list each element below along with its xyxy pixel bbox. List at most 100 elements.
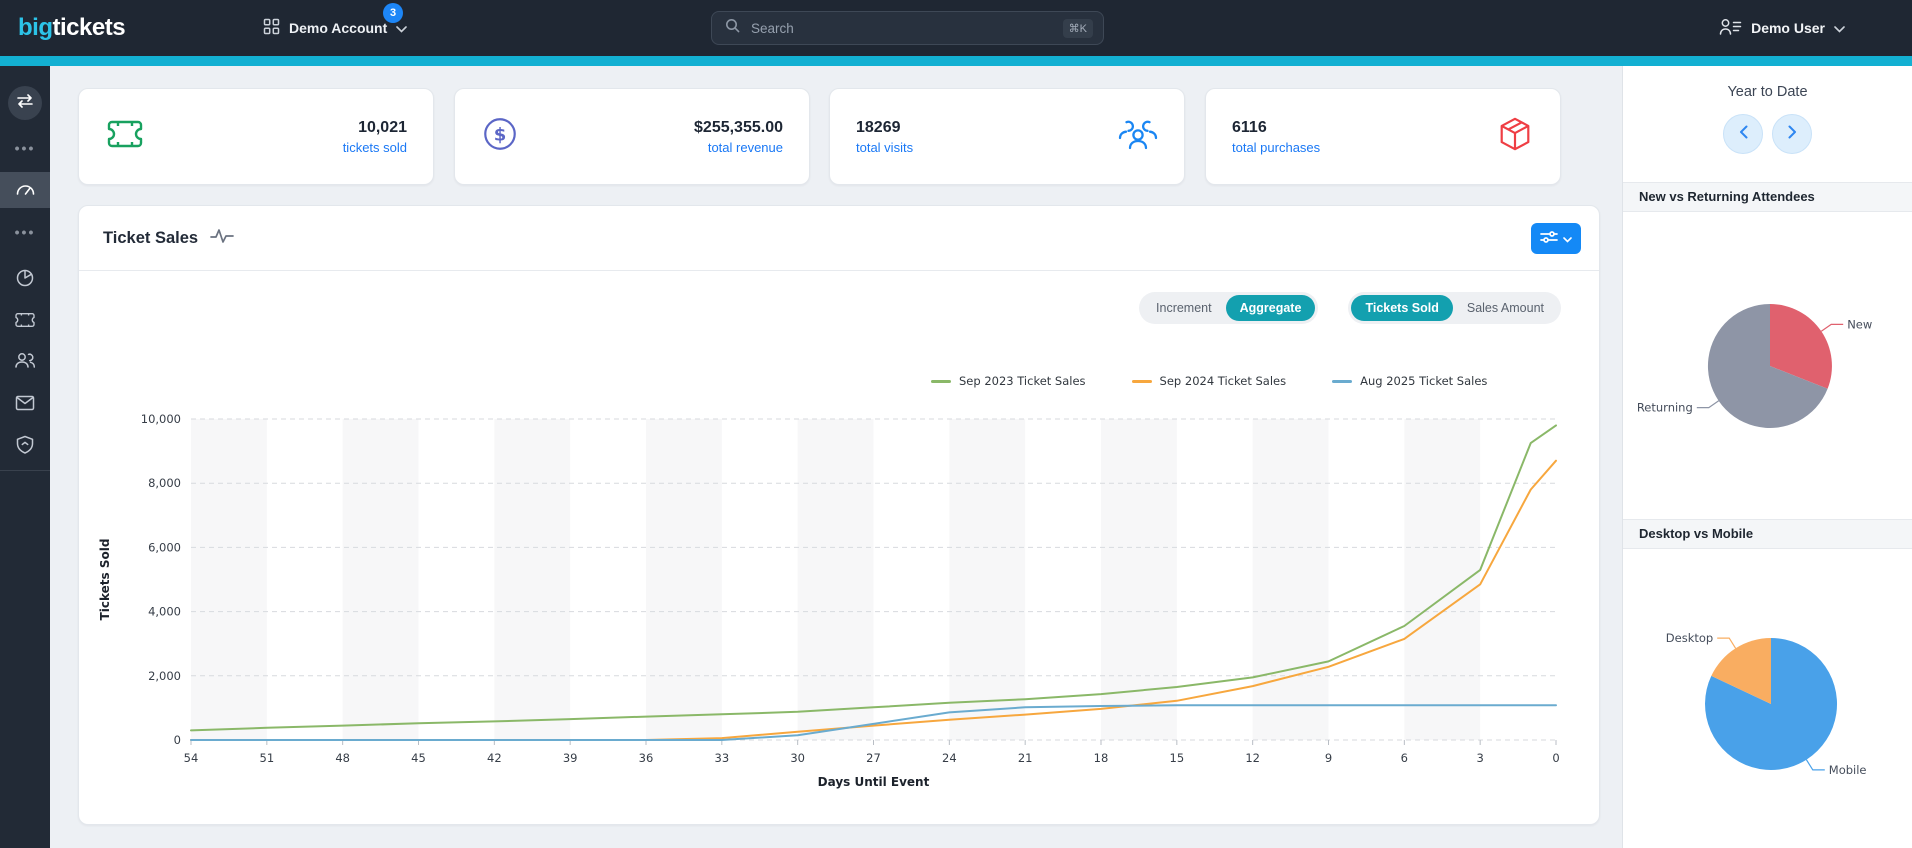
svg-text:2,000: 2,000 — [148, 669, 181, 683]
svg-text:Days Until Event: Days Until Event — [818, 775, 930, 789]
chevron-down-icon — [1563, 231, 1572, 246]
legend-item[interactable]: Aug 2025 Ticket Sales — [1332, 374, 1487, 388]
notification-badge: 3 — [383, 3, 403, 23]
stat-card-total-purchases[interactable]: 6116 total purchases — [1205, 88, 1561, 185]
stat-value: 18269 — [856, 118, 901, 136]
stat-card-tickets-sold[interactable]: 10,021 tickets sold — [78, 88, 434, 185]
svg-text:9: 9 — [1325, 751, 1332, 765]
pie-chart-new-vs-returning: New Returning — [1637, 303, 1872, 428]
svg-text:54: 54 — [184, 751, 199, 765]
svg-text:48: 48 — [335, 751, 350, 765]
top-nav-bar: bigtickets Demo Account 3 ⌘K — [0, 0, 1912, 56]
period-next-button[interactable] — [1772, 114, 1812, 154]
svg-text:3: 3 — [1477, 751, 1484, 765]
toggle-aggregate[interactable]: Aggregate — [1225, 295, 1316, 321]
pie-chart-desktop-vs-mobile: Mobile Desktop — [1666, 631, 1867, 777]
svg-text:4,000: 4,000 — [148, 605, 181, 619]
legend-item[interactable]: Sep 2024 Ticket Sales — [1131, 374, 1287, 388]
svg-text:8,000: 8,000 — [148, 476, 181, 490]
chevron-right-icon — [1788, 125, 1797, 144]
panel-title-text: Ticket Sales — [103, 228, 199, 247]
app-logo[interactable]: big tickets — [18, 0, 126, 56]
svg-text:21: 21 — [1018, 751, 1033, 765]
chart-body: 0 2,000 4,000 6,000 8,000 10,000 54 51 48 45 42 39 3… — [79, 271, 1599, 825]
toggle-tickets-sold[interactable]: Tickets Sold — [1351, 295, 1453, 321]
chevron-down-icon — [396, 20, 408, 36]
search-input[interactable] — [749, 19, 1054, 37]
section-header-desktop-vs-mobile: Desktop vs Mobile — [1623, 519, 1912, 549]
gauge-icon — [15, 179, 36, 202]
package-icon — [1496, 115, 1534, 158]
stat-label-link[interactable]: total revenue — [694, 140, 783, 155]
svg-text:6,000: 6,000 — [148, 540, 181, 554]
svg-text:24: 24 — [942, 751, 957, 765]
svg-text:12: 12 — [1245, 751, 1260, 765]
accent-bar — [0, 56, 1912, 66]
sidebar-item-security[interactable] — [0, 429, 50, 465]
app-root: bigtickets Demo Account 3 ⌘K — [0, 0, 1912, 848]
sidebar-item-messages[interactable] — [0, 387, 50, 423]
search-icon — [725, 18, 740, 38]
section-header-new-vs-returning: New vs Returning Attendees — [1623, 182, 1912, 212]
svg-text:15: 15 — [1170, 751, 1185, 765]
logo-part-big: big — [18, 14, 53, 41]
svg-text:27: 27 — [866, 751, 881, 765]
users-icon — [14, 351, 36, 374]
sidebar-item-dashboard[interactable] — [0, 172, 50, 208]
ellipsis-icon: ••• — [14, 224, 36, 240]
ticket-sales-panel: Ticket Sales 0 2,000 4,000 6,000 8,000 1… — [78, 205, 1600, 825]
legend-item[interactable]: Sep 2023 Ticket Sales — [931, 374, 1086, 388]
pie-label-returning: Returning — [1637, 401, 1693, 415]
toggle-increment[interactable]: Increment — [1142, 295, 1226, 321]
ticket-icon — [14, 311, 36, 334]
sliders-icon — [1540, 230, 1558, 247]
svg-text:30: 30 — [790, 751, 805, 765]
chevron-down-icon — [1834, 20, 1845, 36]
mail-icon — [15, 395, 35, 416]
sidebar-collapse-button[interactable] — [8, 86, 42, 120]
toggle-sales-amount[interactable]: Sales Amount — [1453, 295, 1558, 321]
svg-text:33: 33 — [715, 751, 730, 765]
user-menu[interactable]: Demo User — [1719, 0, 1845, 56]
sidebar-item-tickets[interactable] — [0, 304, 50, 340]
chevron-left-icon — [1739, 125, 1748, 144]
sidebar-item-reports[interactable] — [0, 262, 50, 298]
sidebar-item-more-mid[interactable]: ••• — [0, 214, 50, 250]
stat-value: 10,021 — [358, 118, 407, 136]
svg-text:10,000: 10,000 — [141, 412, 181, 426]
users-group-icon — [1118, 118, 1158, 155]
swap-arrows-icon — [16, 93, 34, 113]
svg-text:51: 51 — [260, 751, 275, 765]
period-prev-button[interactable] — [1723, 114, 1763, 154]
svg-text:45: 45 — [411, 751, 426, 765]
stat-label-link[interactable]: tickets sold — [343, 140, 407, 155]
sidebar-item-more-top[interactable]: ••• — [0, 130, 50, 166]
stat-value: $255,355.00 — [694, 118, 783, 136]
ellipsis-icon: ••• — [14, 140, 36, 156]
keyboard-shortcut-badge: ⌘K — [1062, 18, 1093, 38]
ticket-sales-chart: 02,0004,0006,0008,00010,00054 51 48 45 42 39 3… — [98, 412, 1560, 789]
period-label: Year to Date — [1727, 84, 1808, 100]
legend-label: Sep 2024 Ticket Sales — [1159, 374, 1287, 388]
shield-icon — [16, 435, 34, 460]
stat-card-total-revenue[interactable]: $ $255,355.00 total revenue — [454, 88, 810, 185]
stat-label-link[interactable]: total visits — [856, 140, 913, 155]
chart-settings-button[interactable] — [1531, 223, 1581, 254]
pie-label-mobile: Mobile — [1829, 763, 1867, 777]
user-list-icon — [1719, 18, 1742, 38]
account-switcher-label: Demo Account — [289, 20, 388, 36]
account-switcher[interactable]: Demo Account 3 — [263, 0, 408, 56]
activity-icon — [210, 228, 234, 249]
dollar-circle-icon: $ — [481, 115, 519, 158]
stat-label-link[interactable]: total purchases — [1232, 140, 1320, 155]
mode-toggle: Increment Aggregate — [1139, 292, 1319, 324]
right-panel: Year to Date New vs Returning Attendees … — [1622, 66, 1912, 848]
search-bar[interactable]: ⌘K — [711, 11, 1104, 45]
legend-swatch — [1131, 379, 1152, 383]
stat-card-total-visits[interactable]: 18269 total visits — [829, 88, 1185, 185]
sidebar-divider — [0, 470, 50, 471]
sidebar-item-attendees[interactable] — [0, 344, 50, 380]
svg-text:18: 18 — [1094, 751, 1109, 765]
panel-header: Ticket Sales — [79, 206, 1599, 271]
metric-toggle: Tickets Sold Sales Amount — [1348, 292, 1561, 324]
